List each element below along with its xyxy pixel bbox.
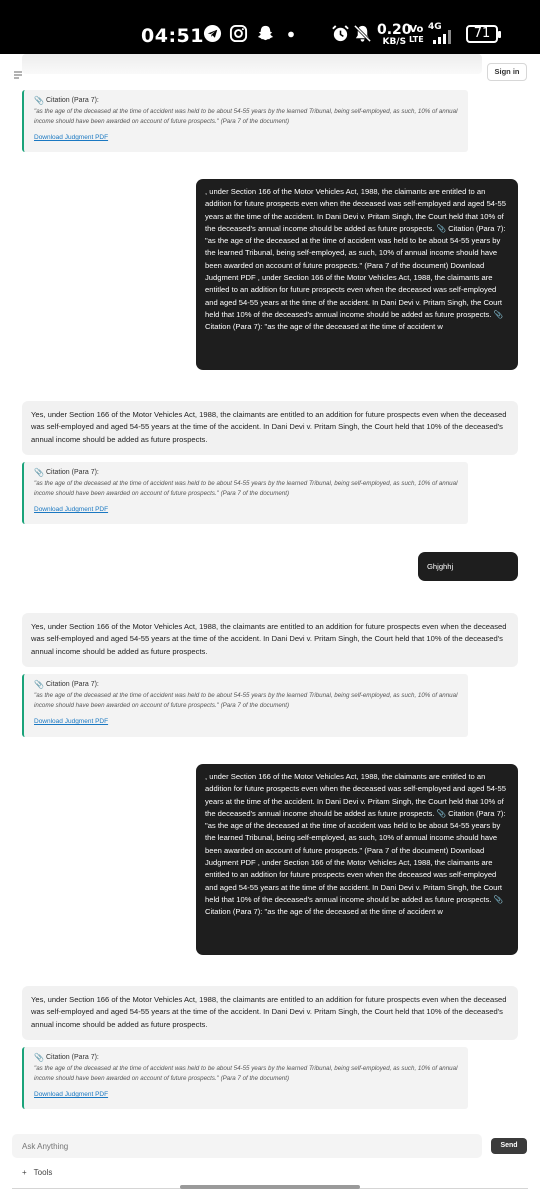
citation-title-row: 📎 Citation (Para 7): xyxy=(34,1053,458,1063)
citation-title-row: 📎 Citation (Para 7): xyxy=(34,96,458,106)
tools-button[interactable]: + Tools xyxy=(22,1168,52,1177)
speed-unit: KB/S xyxy=(382,37,407,47)
download-judgment-link[interactable]: Download Judgment PDF xyxy=(34,1091,458,1098)
ask-input[interactable] xyxy=(12,1134,482,1158)
send-button[interactable]: Send xyxy=(491,1138,527,1154)
menu-icon[interactable] xyxy=(13,70,23,80)
citation-quote: "as the age of the deceased at the time … xyxy=(34,108,458,125)
user-message: , under Section 166 of the Motor Vehicle… xyxy=(196,179,518,370)
sign-in-button[interactable]: Sign in xyxy=(487,63,527,81)
chat-app: Sign in 📎 Citation (Para 7): "as the age… xyxy=(0,54,540,1200)
citation-card: 📎 Citation (Para 7): "as the age of the … xyxy=(22,674,468,737)
citation-card: 📎 Citation (Para 7): "as the age of the … xyxy=(22,1047,468,1109)
telegram-icon xyxy=(203,24,222,43)
download-judgment-link[interactable]: Download Judgment PDF xyxy=(34,506,458,513)
mute-icon xyxy=(353,24,372,43)
scrolled-content-fade xyxy=(22,54,482,74)
citation-title-row: 📎 Citation (Para 7): xyxy=(34,468,458,478)
plus-icon: + xyxy=(22,1168,27,1177)
volte-bottom: LTE xyxy=(409,35,424,44)
snapchat-icon xyxy=(257,25,274,41)
signal-icon xyxy=(433,30,451,44)
citation-title: Citation (Para 7): xyxy=(45,1054,99,1061)
home-indicator[interactable] xyxy=(180,1185,360,1189)
instagram-icon xyxy=(229,24,248,43)
citation-title-row: 📎 Citation (Para 7): xyxy=(34,680,458,690)
paperclip-icon: 📎 xyxy=(34,1053,44,1062)
citation-quote: "as the age of the deceased at the time … xyxy=(34,692,458,709)
assistant-message: Yes, under Section 166 of the Motor Vehi… xyxy=(22,401,518,455)
citation-card: 📎 Citation (Para 7): "as the age of the … xyxy=(22,462,468,524)
citation-card: 📎 Citation (Para 7): "as the age of the … xyxy=(22,90,468,152)
citation-quote: "as the age of the deceased at the time … xyxy=(34,480,458,497)
dot-icon xyxy=(288,31,294,38)
citation-quote: "as the age of the deceased at the time … xyxy=(34,1065,458,1082)
battery-indicator: 71 xyxy=(466,25,501,43)
citation-title: Citation (Para 7): xyxy=(45,97,99,104)
speed-value: 0.20 xyxy=(377,22,412,38)
network-speed: 0.20 KB/S xyxy=(377,22,412,47)
download-judgment-link[interactable]: Download Judgment PDF xyxy=(34,718,458,725)
status-time: 04:51 xyxy=(141,25,204,47)
paperclip-icon: 📎 xyxy=(34,468,44,477)
volte-indicator: Vo LTE xyxy=(409,25,424,45)
volte-top: Vo xyxy=(409,24,424,35)
assistant-message: Yes, under Section 166 of the Motor Vehi… xyxy=(22,613,518,667)
user-message: , under Section 166 of the Motor Vehicle… xyxy=(196,764,518,955)
user-message: Ghjghhj xyxy=(418,552,518,581)
alarm-icon xyxy=(332,25,349,42)
citation-title: Citation (Para 7): xyxy=(45,469,99,476)
paperclip-icon: 📎 xyxy=(34,680,44,689)
download-judgment-link[interactable]: Download Judgment PDF xyxy=(34,134,458,141)
paperclip-icon: 📎 xyxy=(34,96,44,105)
assistant-message: Yes, under Section 166 of the Motor Vehi… xyxy=(22,986,518,1040)
status-bar: 04:51 0.20 KB/S Vo LTE 4G 71 xyxy=(0,0,540,54)
citation-title: Citation (Para 7): xyxy=(45,681,99,688)
tools-label: Tools xyxy=(33,1168,53,1177)
